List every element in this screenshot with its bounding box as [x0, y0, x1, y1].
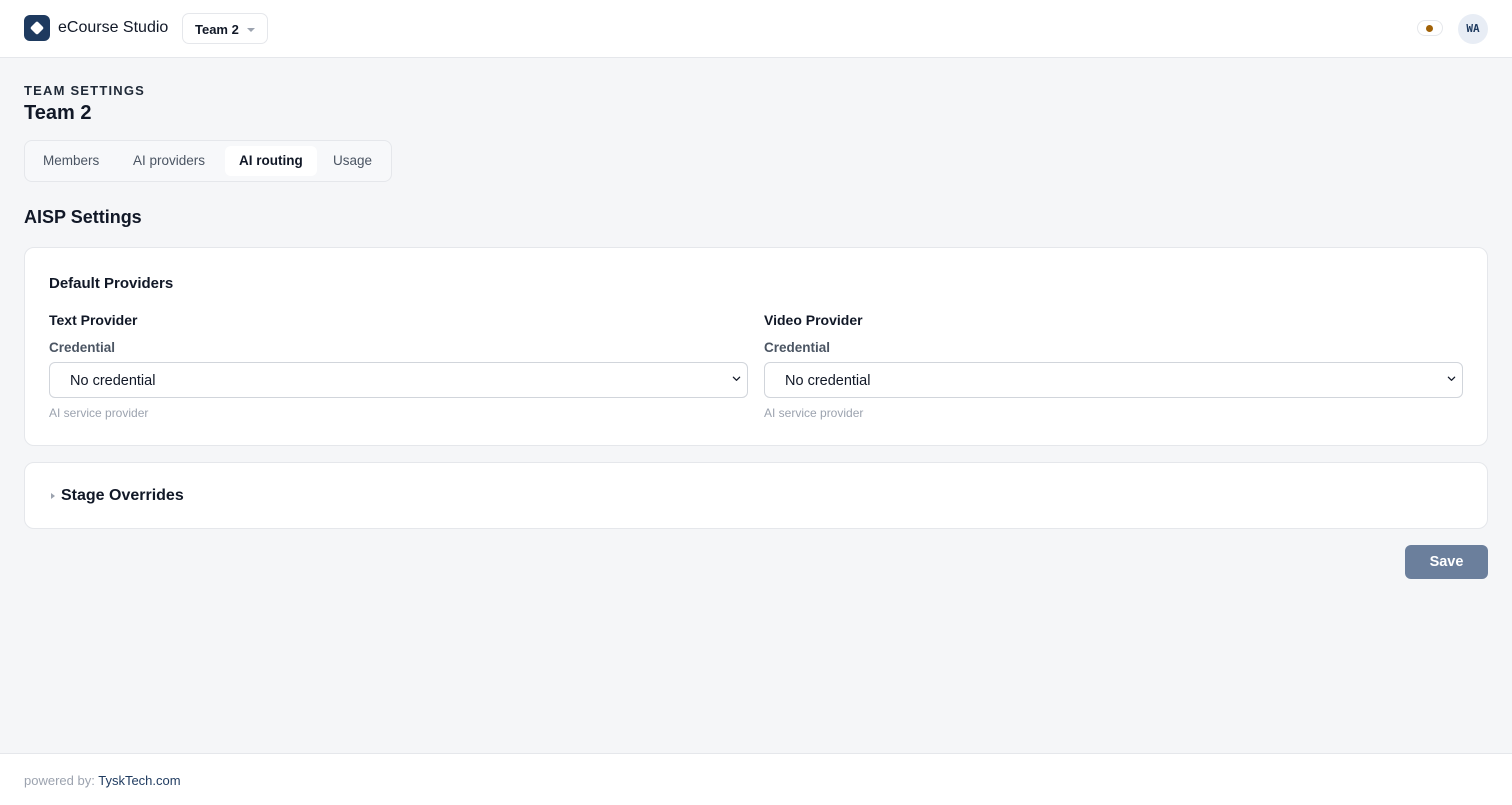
diamond-icon [29, 20, 45, 36]
top-bar: eCourse Studio Team 2 WA [0, 0, 1512, 58]
text-credential-select[interactable]: No credential [49, 362, 748, 398]
team-selector-label: Team 2 [195, 22, 239, 37]
default-providers-card: Default Providers Text Provider Credenti… [24, 247, 1488, 446]
video-provider-title: Video Provider [764, 312, 863, 328]
stage-overrides-toggle[interactable]: Stage Overrides [24, 462, 1488, 529]
section-title: AISP Settings [24, 207, 142, 227]
avatar[interactable]: WA [1458, 14, 1488, 44]
app-logo-icon[interactable] [24, 15, 50, 41]
status-dot-icon [1426, 25, 1433, 32]
text-provider-group: Text Provider Credential No credential A… [49, 312, 748, 420]
tab-members[interactable]: Members [29, 146, 113, 176]
text-provider-title: Text Provider [49, 312, 138, 328]
save-button[interactable]: Save [1405, 545, 1488, 579]
stage-overrides-title: Stage Overrides [61, 487, 184, 504]
card-title: Default Providers [49, 275, 174, 292]
footer-link[interactable]: TyskTech.com [98, 773, 180, 788]
chevron-down-icon [247, 28, 255, 32]
video-provider-group: Video Provider Credential No credential … [764, 312, 1463, 420]
text-credential-label: Credential [49, 340, 116, 355]
status-toggle[interactable] [1417, 20, 1443, 36]
video-credential-select[interactable]: No credential [764, 362, 1463, 398]
footer-prefix: powered by: [24, 773, 95, 788]
team-selector[interactable]: Team 2 [182, 13, 268, 44]
video-credential-label: Credential [764, 340, 831, 355]
page-eyebrow: TEAM SETTINGS [24, 83, 146, 98]
text-credential-value: No credential [70, 373, 156, 389]
footer-text: powered by: TyskTech.com [24, 773, 181, 788]
video-credential-value: No credential [785, 373, 871, 389]
tab-usage[interactable]: Usage [319, 146, 386, 176]
tab-ai-routing[interactable]: AI routing [225, 146, 317, 176]
disclosure-triangle-icon [51, 493, 55, 499]
chevron-down-icon [732, 376, 741, 381]
page-title: Team 2 [24, 102, 92, 124]
footer: powered by: TyskTech.com [0, 753, 1512, 805]
app-title: eCourse Studio [58, 19, 169, 36]
video-provider-hint: AI service provider [764, 406, 864, 420]
text-provider-hint: AI service provider [49, 406, 149, 420]
settings-tabs: Members AI providers AI routing Usage [24, 140, 392, 182]
tab-ai-providers[interactable]: AI providers [119, 146, 219, 176]
chevron-down-icon [1447, 376, 1456, 381]
